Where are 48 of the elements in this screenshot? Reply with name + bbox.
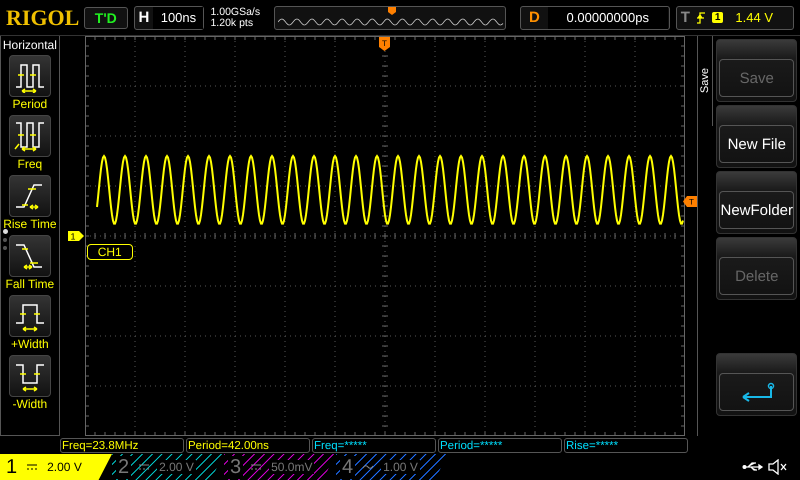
brand-logo: RIGOL bbox=[6, 4, 78, 30]
trigger-level: 1.44 V bbox=[735, 10, 774, 25]
delay-box[interactable]: D 0.00000000ps bbox=[520, 6, 670, 30]
channel-scale: 1.00 V bbox=[381, 460, 420, 474]
softkey-button[interactable]: New File bbox=[716, 105, 798, 168]
trigger-source-badge: 1 bbox=[712, 12, 724, 23]
measurement-readout: Freq=***** bbox=[312, 438, 436, 452]
dc-coupling-icon bbox=[251, 464, 262, 470]
timebase-box[interactable]: H 100ns bbox=[134, 6, 204, 30]
channel-number: 4 bbox=[340, 456, 356, 478]
channel-tab[interactable]: 1 2.00 V bbox=[0, 454, 112, 480]
channel-marker: 1 bbox=[68, 231, 84, 241]
trigger-box[interactable]: T 1 1.44 V bbox=[676, 6, 794, 30]
trigger-position-marker: T bbox=[378, 37, 390, 51]
softkey-button[interactable]: NewFolder bbox=[716, 171, 798, 234]
timebase-label: H bbox=[138, 9, 150, 26]
measurement-readout: Period=42.00ns bbox=[186, 438, 310, 452]
channel-number: 1 bbox=[5, 456, 18, 478]
rising-edge-icon bbox=[696, 12, 706, 24]
delay-value: 0.00000000ps bbox=[548, 6, 668, 28]
trigger-position-icon bbox=[388, 6, 396, 14]
dc-coupling-icon bbox=[27, 464, 38, 470]
channel-label: CH1 bbox=[86, 244, 133, 260]
measurement-readout: Period=***** bbox=[438, 438, 562, 452]
measurement-readout: Rise=***** bbox=[564, 438, 688, 452]
timebase-value: 100ns bbox=[153, 6, 204, 28]
sample-rate: 1.00GSa/s bbox=[210, 6, 262, 18]
channel-tab[interactable]: 3 50.0mV bbox=[224, 454, 336, 480]
run-state-button[interactable]: T'D bbox=[84, 6, 128, 28]
channel-number: 2 bbox=[116, 456, 132, 478]
usb-icon bbox=[742, 461, 764, 473]
channel-scale: 50.0mV bbox=[269, 460, 314, 474]
delay-label: D bbox=[528, 9, 541, 26]
channel-tab[interactable]: 2 2.00 V bbox=[112, 454, 224, 480]
return-button[interactable] bbox=[716, 353, 798, 416]
memory-depth: 1.20k pts bbox=[210, 18, 254, 28]
menu-title: Horizontal bbox=[2, 38, 57, 52]
channel-number: 3 bbox=[228, 456, 244, 478]
ac-coupling-icon bbox=[363, 464, 374, 470]
speaker-muted-icon bbox=[768, 459, 788, 475]
measurement-readout: Freq=23.8MHz bbox=[60, 438, 184, 452]
trigger-label: T bbox=[680, 9, 690, 26]
channel-scale: 2.00 V bbox=[157, 460, 196, 474]
channel-scale: 2.00 V bbox=[46, 460, 83, 474]
menu-title: Save bbox=[699, 68, 712, 94]
dc-coupling-icon bbox=[139, 464, 150, 470]
channel-tab[interactable]: 4 1.00 V bbox=[336, 454, 448, 480]
trigger-level-marker: T bbox=[682, 196, 697, 207]
